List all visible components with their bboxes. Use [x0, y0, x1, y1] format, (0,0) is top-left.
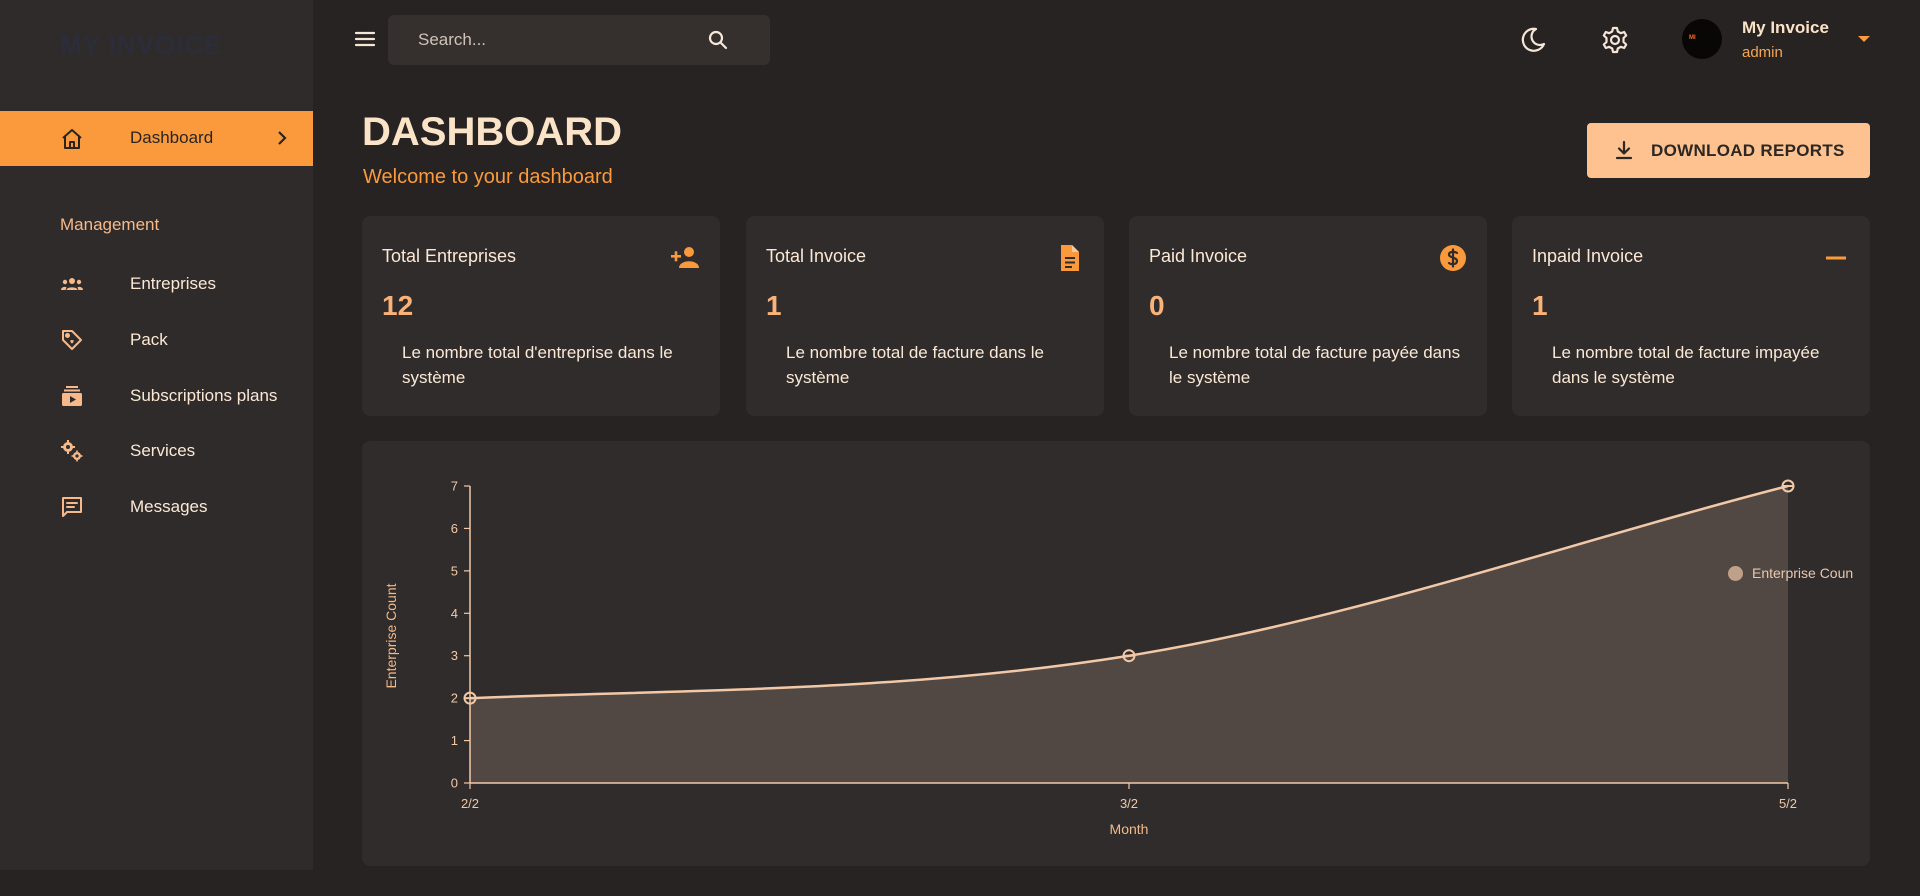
y-tick-label: 7 — [451, 479, 458, 494]
y-tick-label: 6 — [451, 521, 458, 536]
y-axis-label: Enterprise Count — [383, 583, 399, 688]
card-description: Le nombre total d'entreprise dans le sys… — [402, 343, 673, 387]
y-tick-label: 3 — [451, 648, 458, 663]
home-icon — [62, 129, 82, 149]
y-tick-label: 0 — [451, 776, 458, 791]
card-value: 1 — [766, 290, 782, 321]
app-logo: MY INVOICE — [60, 30, 223, 60]
stat-card-inpaid-invoice: Inpaid Invoice 1 Le nombre total de fact… — [1512, 216, 1870, 416]
user-name: My Invoice — [1742, 18, 1829, 37]
sidebar-item-entreprises[interactable]: Entreprises — [0, 261, 313, 307]
chart-legend[interactable]: Enterprise Coun — [1724, 563, 1869, 583]
sidebar-item-label: Subscriptions plans — [130, 386, 278, 405]
sidebar-item-subscriptions-plans[interactable]: Subscriptions plans — [0, 373, 313, 419]
sidebar-section-title: Management — [60, 215, 160, 234]
card-title: Total Invoice — [766, 246, 867, 266]
user-role: admin — [1742, 44, 1783, 61]
dark-mode-icon[interactable] — [1518, 25, 1548, 55]
stat-card-total-entreprises: Total Entreprises 12 Le nombre total d'e… — [362, 216, 720, 416]
sidebar-item-label: Dashboard — [130, 128, 214, 147]
sidebar-item-dashboard[interactable]: Dashboard — [0, 111, 313, 166]
sidebar: MY INVOICE Dashboard Management Entrepri… — [0, 0, 313, 870]
person-add-icon — [671, 247, 699, 268]
settings-icon[interactable] — [1600, 25, 1630, 55]
series-area — [470, 486, 1788, 783]
gears-icon — [61, 440, 83, 462]
search-icon[interactable] — [706, 28, 730, 52]
legend-label: Enterprise Coun — [1752, 565, 1854, 581]
sidebar-item-label: Pack — [130, 330, 168, 349]
card-value: 1 — [1532, 290, 1548, 321]
page-subtitle: Welcome to your dashboard — [363, 166, 613, 188]
search-bar — [388, 15, 770, 65]
message-icon — [62, 497, 82, 517]
avatar[interactable]: MI — [1682, 19, 1722, 59]
x-axis-label: Month — [1110, 821, 1149, 837]
card-description: Le nombre total de facture dans le systè… — [786, 343, 1044, 387]
download-reports-button[interactable]: DOWNLOAD REPORTS — [1587, 123, 1870, 178]
card-title: Paid Invoice — [1149, 246, 1248, 266]
sidebar-item-messages[interactable]: Messages — [0, 484, 313, 530]
y-tick-label: 1 — [451, 733, 458, 748]
menu-icon[interactable] — [352, 27, 378, 51]
stat-card-paid-invoice: Paid Invoice 0 Le nombre total de factur… — [1129, 216, 1487, 416]
users-icon — [61, 278, 83, 290]
tag-icon — [62, 330, 82, 350]
y-tick-label: 5 — [451, 563, 458, 578]
chart-canvas: 0 1 2 3 4 5 6 7 2/2 3/2 5/2 Month Enterprise Coun… — [383, 479, 1797, 838]
y-tick-label: 2 — [451, 691, 458, 706]
x-ticks: 2/2 3/2 5/2 — [461, 783, 1797, 811]
sidebar-item-pack[interactable]: Pack — [0, 317, 313, 363]
card-description: Le nombre total de facture impayée dans … — [1552, 343, 1820, 387]
sidebar-item-label: Messages — [130, 497, 208, 516]
legend-swatch — [1728, 566, 1743, 581]
caret-down-icon[interactable] — [1856, 31, 1872, 47]
download-icon — [1615, 140, 1633, 160]
sidebar-item-services[interactable]: Services — [0, 428, 313, 474]
search-input[interactable] — [418, 28, 708, 52]
page-title: DASHBOARD — [362, 110, 622, 154]
download-reports-label: DOWNLOAD REPORTS — [1651, 141, 1845, 160]
dollar-icon — [1440, 245, 1466, 271]
card-description: Le nombre total de facture payée dans le… — [1169, 343, 1461, 387]
y-ticks: 0 1 2 3 4 5 6 7 — [451, 479, 470, 791]
document-icon — [1061, 245, 1079, 271]
card-title: Total Entreprises — [382, 246, 517, 266]
card-title: Inpaid Invoice — [1532, 246, 1644, 266]
enterprise-chart: 0 1 2 3 4 5 6 7 2/2 3/2 5/2 Month Enterprise Coun… — [362, 441, 1870, 866]
sidebar-item-label: Services — [130, 441, 196, 460]
sidebar-item-label: Entreprises — [130, 274, 216, 293]
card-value: 12 — [382, 290, 414, 321]
x-tick-label: 3/2 — [1120, 796, 1138, 811]
chevron-right-icon — [278, 131, 287, 145]
minus-icon — [1826, 256, 1846, 260]
card-value: 0 — [1149, 290, 1165, 321]
subscriptions-icon — [62, 386, 82, 406]
avatar-logo: MI — [1689, 35, 1696, 41]
y-tick-label: 4 — [451, 606, 458, 621]
x-tick-label: 2/2 — [461, 796, 479, 811]
stat-card-total-invoice: Total Invoice 1 Le nombre total de factu… — [746, 216, 1104, 416]
x-tick-label: 5/2 — [1779, 796, 1797, 811]
